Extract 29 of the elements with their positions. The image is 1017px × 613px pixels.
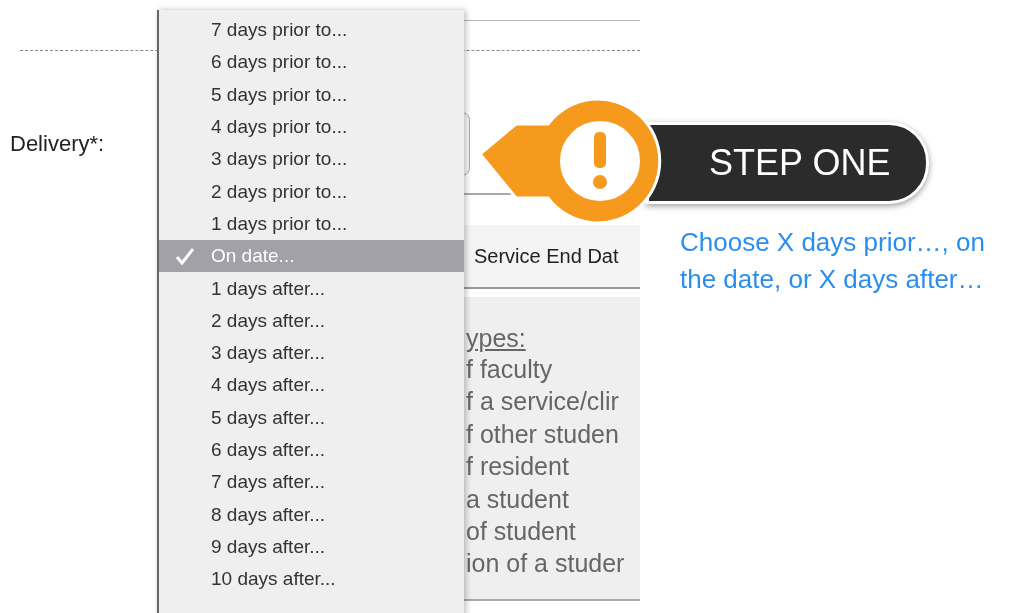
type-option: a student <box>466 482 640 516</box>
column-header: Service End Dat <box>462 225 640 289</box>
menu-item[interactable]: 7 days prior to... <box>159 14 464 47</box>
type-option: f faculty <box>466 353 640 386</box>
instruction-note: Choose X days prior…, on the date, or X days after… <box>680 226 985 296</box>
menu-item[interactable]: 9 days after... <box>159 530 464 564</box>
delivery-label: Delivery*: <box>10 131 106 157</box>
menu-item[interactable]: 5 days after... <box>159 401 464 434</box>
menu-item[interactable]: 6 days prior to... <box>159 46 464 79</box>
type-option: ion of a studer <box>466 547 640 580</box>
menu-item[interactable]: 2 days after... <box>159 304 464 337</box>
checkmark-icon <box>175 247 195 266</box>
menu-item[interactable]: 4 days prior to... <box>159 110 464 144</box>
menu-item[interactable]: 1 days after... <box>159 272 464 305</box>
menu-item[interactable]: 4 days after... <box>159 369 464 402</box>
menu-item[interactable]: 3 days after... <box>159 336 464 370</box>
menu-item[interactable]: 6 days after... <box>159 433 464 467</box>
menu-item[interactable]: 1 days prior to... <box>159 207 464 241</box>
type-option: f resident <box>466 450 640 483</box>
type-option: f a service/clir <box>466 385 640 418</box>
menu-item[interactable]: 7 days after... <box>159 466 464 499</box>
menu-item[interactable]: 8 days after... <box>159 498 464 531</box>
types-heading: ypes: <box>466 323 527 353</box>
menu-item[interactable]: 3 days prior to... <box>159 143 464 176</box>
type-option: of student <box>466 515 640 548</box>
menu-item[interactable]: 5 days prior to... <box>159 78 464 111</box>
menu-item[interactable]: 10 days after... <box>159 563 464 596</box>
menu-item[interactable]: 2 days prior to... <box>159 175 464 208</box>
type-option: f other studen <box>466 417 640 451</box>
